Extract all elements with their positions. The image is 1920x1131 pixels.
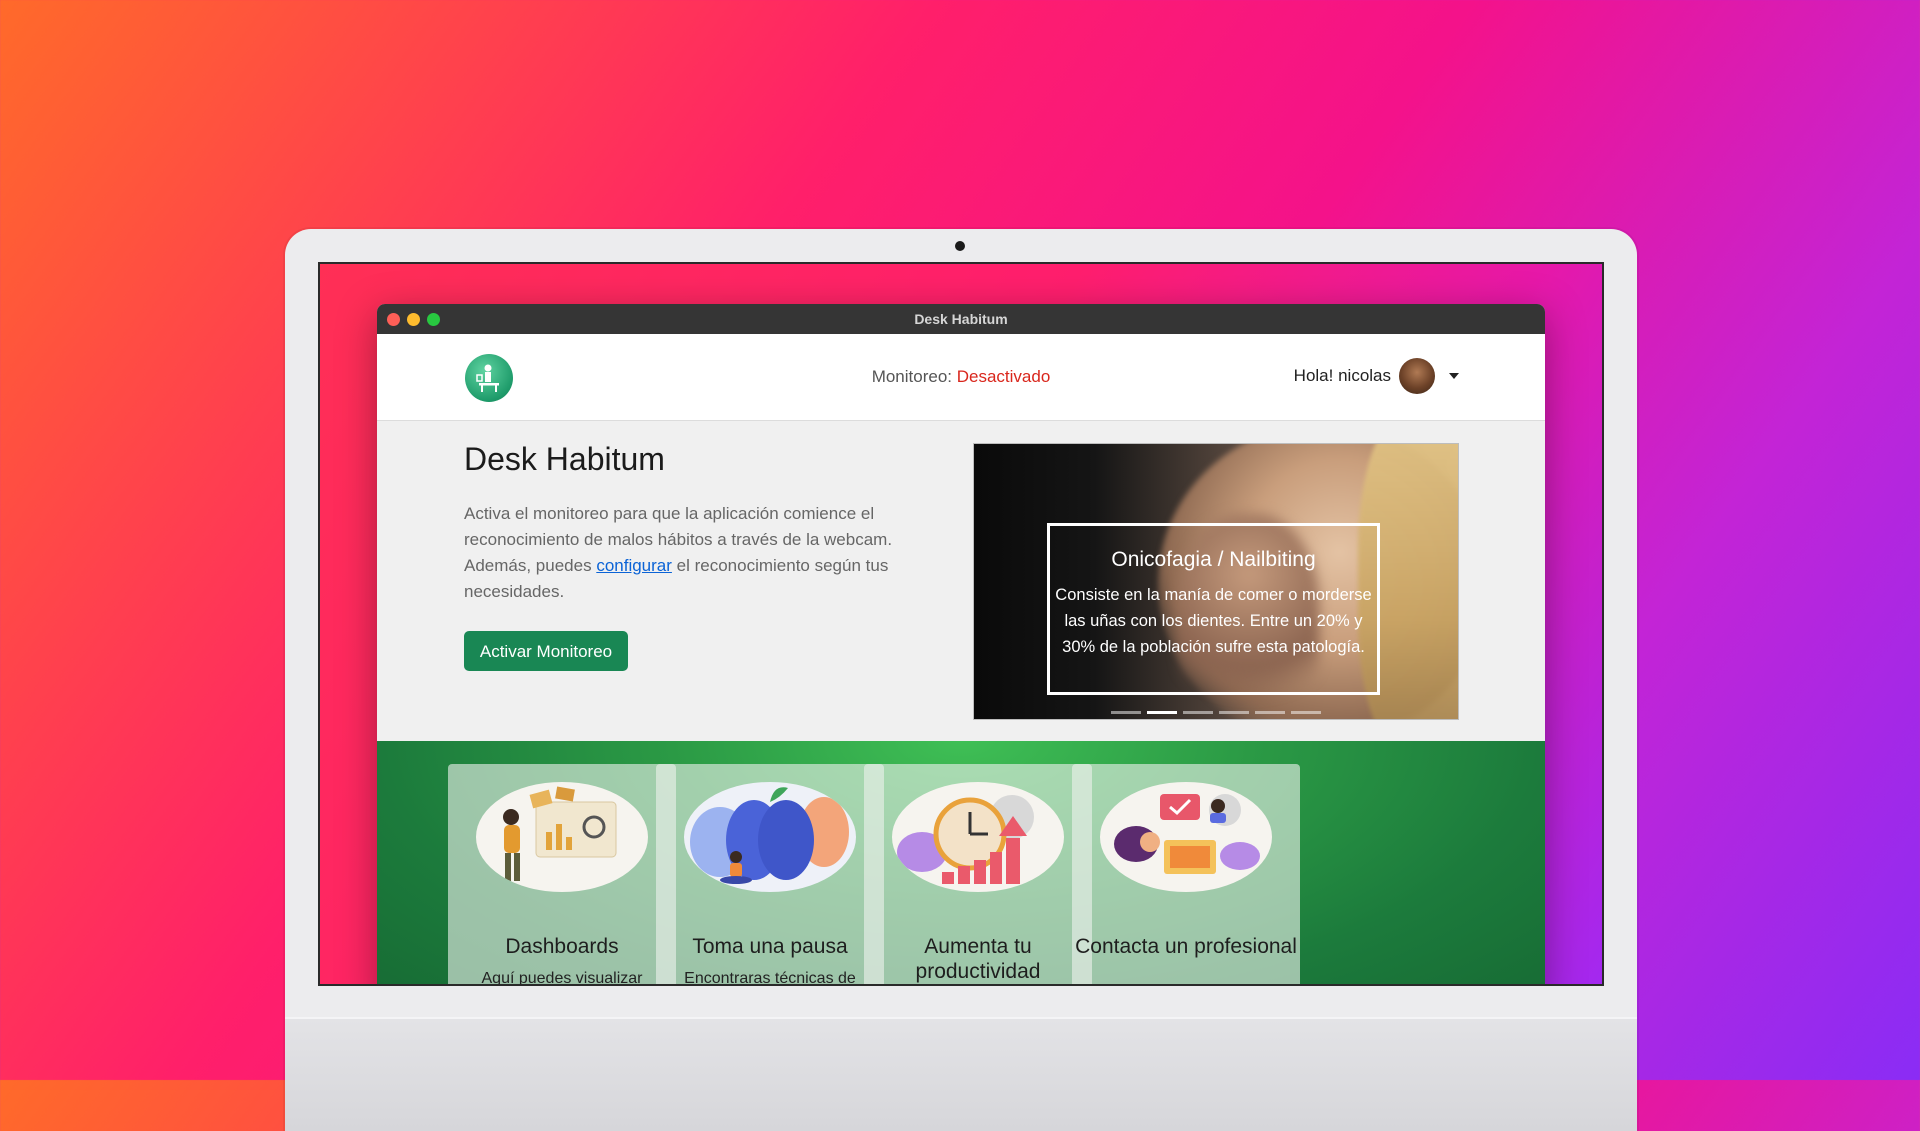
card-productivity[interactable]: Aumenta tu productividad bbox=[864, 764, 1092, 984]
monitor-status-value: Desactivado bbox=[956, 367, 1051, 386]
card-title: Aumenta tu productividad bbox=[915, 935, 1041, 983]
avatar[interactable] bbox=[1399, 358, 1435, 394]
carousel-indicator[interactable] bbox=[1147, 711, 1177, 714]
carousel-caption-text: Consiste en la manía de comer o morderse… bbox=[1055, 586, 1372, 656]
card-text: Aquí puedes visualizar bbox=[481, 970, 643, 986]
hero-description: Activa el monitoreo para que la aplicaci… bbox=[464, 501, 914, 605]
chevron-down-icon[interactable] bbox=[1449, 373, 1459, 379]
carousel-indicators bbox=[974, 711, 1458, 714]
card-text: Encontraras técnicas de bbox=[684, 970, 856, 986]
carousel-caption-title: Onicofagia / Nailbiting bbox=[1111, 548, 1316, 571]
window-title: Desk Habitum bbox=[914, 311, 1008, 327]
contact-professional-illustration-icon bbox=[1100, 782, 1272, 892]
carousel-indicator[interactable] bbox=[1111, 711, 1141, 714]
card-take-a-break[interactable]: Toma una pausa Encontraras técnicas de bbox=[656, 764, 884, 986]
maximize-window-button[interactable] bbox=[427, 313, 440, 326]
habits-carousel[interactable]: Onicofagia / Nailbiting Consiste en la m… bbox=[973, 443, 1459, 720]
carousel-indicator[interactable] bbox=[1183, 711, 1213, 714]
card-title: Toma una pausa bbox=[692, 935, 848, 958]
carousel-indicator[interactable] bbox=[1219, 711, 1249, 714]
productivity-clock-illustration-icon bbox=[892, 782, 1064, 892]
configure-link[interactable]: configurar bbox=[596, 556, 672, 575]
carousel-caption: Onicofagia / Nailbiting Consiste en la m… bbox=[1047, 523, 1380, 695]
card-title: Dashboards bbox=[505, 935, 619, 958]
webcam-dot bbox=[955, 241, 965, 251]
minimize-window-button[interactable] bbox=[407, 313, 420, 326]
user-menu[interactable]: Hola! nicolas bbox=[1294, 358, 1459, 394]
card-dashboards[interactable]: Dashboards Aquí puedes visualizar bbox=[448, 764, 676, 986]
page-title: Desk Habitum bbox=[464, 441, 665, 477]
activate-monitor-button[interactable]: Activar Monitoreo bbox=[464, 631, 628, 671]
card-title: Contacta un profesional bbox=[1075, 935, 1297, 958]
card-contact-professional[interactable]: Contacta un profesional bbox=[1072, 764, 1300, 984]
dashboard-illustration-icon bbox=[476, 782, 648, 892]
user-greeting: Hola! nicolas bbox=[1293, 366, 1391, 385]
carousel-indicator[interactable] bbox=[1291, 711, 1321, 714]
laptop-base bbox=[285, 1017, 1637, 1131]
hero-section: Desk Habitum Activa el monitoreo para qu… bbox=[377, 421, 1545, 741]
close-window-button[interactable] bbox=[387, 313, 400, 326]
laptop-screen: Desk Habitum Monitoreo: Desactivado Hola… bbox=[318, 262, 1604, 986]
carousel-indicator[interactable] bbox=[1255, 711, 1285, 714]
window-titlebar: Desk Habitum bbox=[377, 304, 1545, 334]
app-window: Desk Habitum Monitoreo: Desactivado Hola… bbox=[377, 304, 1545, 986]
monitor-label: Monitoreo: bbox=[871, 367, 953, 386]
features-section: Dashboards Aquí puedes visualizar Toma u… bbox=[377, 741, 1545, 986]
meditation-brain-illustration-icon bbox=[684, 782, 856, 892]
navbar: Monitoreo: Desactivado Hola! nicolas bbox=[377, 334, 1545, 421]
